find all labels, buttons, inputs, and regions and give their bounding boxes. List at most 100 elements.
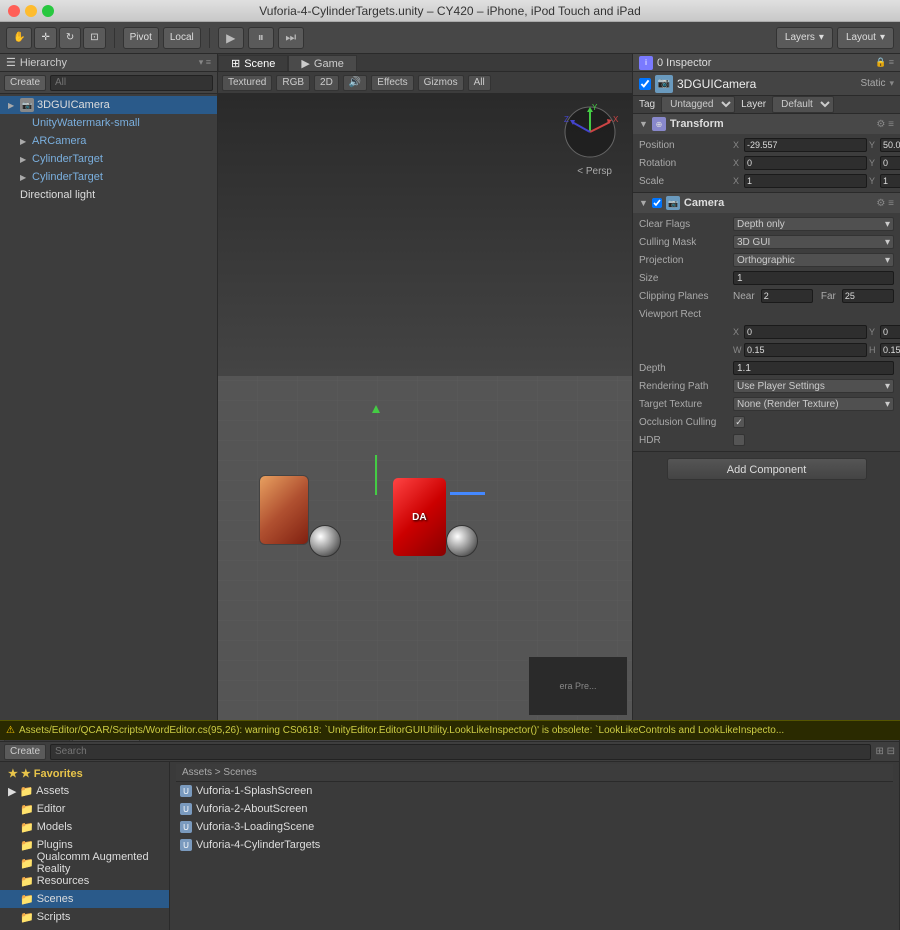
pos-x-input[interactable]	[744, 138, 867, 152]
effects-button[interactable]: Effects	[371, 75, 413, 91]
hier-item-watermark[interactable]: UnityWatermark-small	[0, 114, 217, 132]
camera-preview-label: era Pre...	[559, 681, 596, 691]
all-button[interactable]: All	[468, 75, 491, 91]
inspector-lock[interactable]: 🔒 ≡	[875, 57, 894, 68]
layers-dropdown[interactable]: Layers ▾	[776, 27, 833, 49]
scale-x-input[interactable]	[744, 174, 867, 188]
camera-settings[interactable]: ⚙ ≡	[876, 198, 894, 209]
culling-mask-dropdown[interactable]: 3D GUI ▾	[733, 235, 894, 249]
pos-y-input[interactable]	[880, 138, 900, 152]
clear-flags-dropdown[interactable]: Depth only ▾	[733, 217, 894, 231]
step-button[interactable]: ⏭	[278, 27, 304, 49]
occlusion-checkbox[interactable]: ✓	[733, 416, 745, 428]
vp-x-field: X	[733, 325, 867, 339]
2d-button[interactable]: 2D	[314, 75, 339, 91]
hier-item-cylinder1[interactable]: ▶ CylinderTarget	[0, 150, 217, 168]
svg-text:X: X	[613, 115, 619, 124]
rendering-value: Use Player Settings	[737, 381, 825, 392]
scene-view[interactable]: DA Y X	[218, 94, 632, 720]
qcar-label: Qualcomm Augmented Reality	[37, 851, 169, 875]
tag-dropdown[interactable]: Untagged	[661, 96, 735, 113]
hierarchy-search[interactable]	[50, 75, 213, 91]
tab-scene[interactable]: ⊞ Scene	[218, 55, 288, 71]
scene-vuforia1[interactable]: U Vuforia-1-SplashScreen	[176, 782, 893, 800]
hier-item-3dguicamera[interactable]: ▶ 📷 3DGUICamera	[0, 96, 217, 114]
rot-y-input[interactable]	[880, 156, 900, 170]
textured-button[interactable]: Textured	[222, 75, 272, 91]
hand-tool[interactable]: ✋	[6, 27, 32, 49]
hier-item-cylinder2[interactable]: ▶ CylinderTarget	[0, 168, 217, 186]
create-button[interactable]: Create	[4, 75, 46, 91]
rot-x-input[interactable]	[744, 156, 867, 170]
scene-label: Vuforia-4-CylinderTargets	[196, 839, 320, 851]
far-input[interactable]	[842, 289, 894, 303]
collapse-icon: ▼	[639, 119, 648, 129]
streaming-item[interactable]: 📁 StreamingAssets	[0, 926, 169, 930]
project-search[interactable]	[50, 744, 871, 760]
y-label: Y	[869, 176, 879, 186]
project-create-button[interactable]: Create	[4, 744, 46, 760]
hier-label: 3DGUICamera	[37, 99, 110, 111]
transform-body: Position X Y Z	[633, 134, 900, 192]
vp-h-input[interactable]	[880, 343, 900, 357]
camera-header[interactable]: ▼ 📷 Camera ⚙ ≡	[633, 193, 900, 213]
pos-y-field: Y	[869, 138, 900, 152]
static-dropdown[interactable]: ▾	[889, 78, 894, 89]
svg-text:Z: Z	[564, 115, 569, 124]
scripts-item[interactable]: 📁 Scripts	[0, 908, 169, 926]
scene-vuforia4[interactable]: U Vuforia-4-CylinderTargets	[176, 836, 893, 854]
assets-item[interactable]: ▶ 📁 Assets	[0, 782, 169, 800]
near-input[interactable]	[761, 289, 813, 303]
maximize-button[interactable]	[42, 5, 54, 17]
viewport-label-row: Viewport Rect	[633, 305, 900, 323]
hierarchy-panel: ☰ Hierarchy ▾ ≡ Create ▶ 📷 3DGUICamera U…	[0, 54, 218, 720]
move-tool[interactable]: ✛	[34, 27, 56, 49]
object-active-checkbox[interactable]	[639, 78, 651, 90]
scenes-item[interactable]: 📁 Scenes	[0, 890, 169, 908]
scale-y-input[interactable]	[880, 174, 900, 188]
layout-dropdown[interactable]: Layout ▾	[837, 27, 894, 49]
vp-w-input[interactable]	[744, 343, 867, 357]
tab-game[interactable]: ▶ Game	[288, 55, 356, 71]
axes-gizmo: Y X Z	[560, 102, 620, 162]
target-texture-row: Target Texture None (Render Texture) ▾	[633, 395, 900, 413]
transform-settings[interactable]: ⚙ ≡	[876, 119, 894, 130]
scale-tool[interactable]: ⊡	[83, 27, 105, 49]
models-item[interactable]: 📁 Models	[0, 818, 169, 836]
close-button[interactable]	[8, 5, 20, 17]
hier-item-arcamera[interactable]: ▶ ARCamera	[0, 132, 217, 150]
rgb-button[interactable]: RGB	[276, 75, 310, 91]
minimize-button[interactable]	[25, 5, 37, 17]
hier-item-directional[interactable]: Directional light	[0, 186, 217, 204]
transform-header[interactable]: ▼ ⊕ Transform ⚙ ≡	[633, 114, 900, 134]
tag-row: Tag Untagged Layer Default	[633, 96, 900, 114]
x-label: X	[733, 158, 743, 168]
rotate-tool[interactable]: ↻	[59, 27, 81, 49]
editor-item[interactable]: 📁 Editor	[0, 800, 169, 818]
target-texture-dropdown[interactable]: None (Render Texture) ▾	[733, 397, 894, 411]
camera-enable-checkbox[interactable]	[652, 198, 662, 208]
window-buttons	[8, 5, 54, 17]
tag-label: Tag	[639, 99, 655, 110]
hierarchy-options[interactable]: ▾ ≡	[199, 57, 211, 68]
add-component-button[interactable]: Add Component	[667, 458, 867, 480]
pause-button[interactable]: ⏸	[248, 27, 274, 49]
layer-dropdown[interactable]: Default	[772, 96, 834, 113]
hdr-checkbox[interactable]	[733, 434, 745, 446]
qcar-item[interactable]: 📁 Qualcomm Augmented Reality	[0, 854, 169, 872]
vp-y-input[interactable]	[880, 325, 900, 339]
local-button[interactable]: Local	[163, 27, 201, 49]
play-button[interactable]: ▶	[218, 27, 244, 49]
project-sort[interactable]: ⊞ ⊟	[875, 746, 895, 757]
size-input[interactable]	[733, 271, 894, 285]
scene-vuforia2[interactable]: U Vuforia-2-AboutScreen	[176, 800, 893, 818]
favorites-item[interactable]: ★ ★ Favorites	[0, 764, 169, 782]
rendering-dropdown[interactable]: Use Player Settings ▾	[733, 379, 894, 393]
gizmos-button[interactable]: Gizmos	[418, 75, 464, 91]
pivot-button[interactable]: Pivot	[123, 27, 159, 49]
vp-x-input[interactable]	[744, 325, 867, 339]
audio-button[interactable]: 🔊	[343, 75, 367, 91]
scene-vuforia3[interactable]: U Vuforia-3-LoadingScene	[176, 818, 893, 836]
projection-dropdown[interactable]: Orthographic ▾	[733, 253, 894, 267]
depth-input[interactable]	[733, 361, 894, 375]
